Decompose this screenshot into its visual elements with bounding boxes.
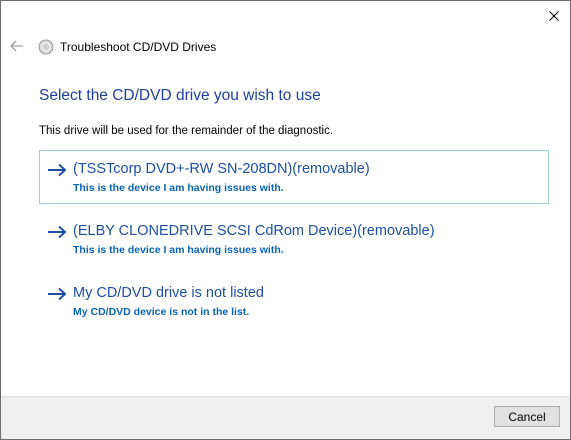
option-description: This is the device I am having issues wi… [73,182,284,194]
back-button[interactable] [7,36,27,56]
troubleshooter-window: Troubleshoot CD/DVD Drives Select the CD… [0,0,571,440]
option-description: This is the device I am having issues wi… [73,244,284,256]
option-description: My CD/DVD device is not in the list. [73,306,250,318]
footer-bar: Cancel [1,396,570,439]
disc-icon [38,39,54,55]
cancel-button[interactable]: Cancel [494,406,560,427]
option-title: (TSSTcorp DVD+-RW SN-208DN)(removable) [73,161,370,177]
page-description: This drive will be used for the remainde… [39,125,334,137]
arrow-right-icon [48,225,67,239]
option-elby-clonedrive[interactable]: (ELBY CLONEDRIVE SCSI CdRom Device)(remo… [39,212,549,266]
option-tsstcorp-drive[interactable]: (TSSTcorp DVD+-RW SN-208DN)(removable) T… [39,150,549,204]
close-button[interactable] [538,1,570,31]
arrow-right-icon [48,287,67,301]
page-heading: Select the CD/DVD drive you wish to use [39,87,321,104]
option-drive-not-listed[interactable]: My CD/DVD drive is not listed My CD/DVD … [39,274,549,328]
option-title: (ELBY CLONEDRIVE SCSI CdRom Device)(remo… [73,223,435,239]
window-header: Troubleshoot CD/DVD Drives [38,38,216,56]
arrow-right-icon [48,163,67,177]
option-title: My CD/DVD drive is not listed [73,285,264,301]
back-arrow-icon [10,40,23,52]
window-title: Troubleshoot CD/DVD Drives [60,40,217,54]
close-icon [549,11,559,21]
